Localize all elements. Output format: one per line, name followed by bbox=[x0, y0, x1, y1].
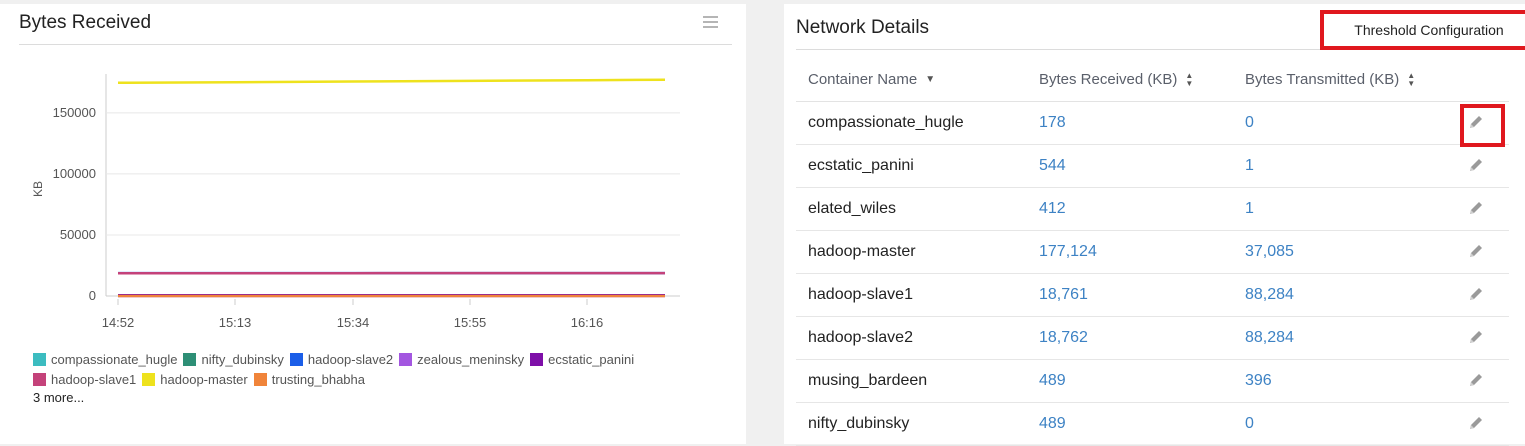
legend-swatch bbox=[33, 373, 46, 386]
x-tick-label: 14:52 bbox=[102, 315, 135, 330]
bytes-transmitted-cell[interactable]: 1 bbox=[1245, 157, 1254, 175]
table-body: compassionate_hugle 178 0 ecstatic_panini 54… bbox=[796, 102, 1509, 446]
column-header-container-name[interactable]: Container Name ▼ bbox=[808, 71, 935, 88]
legend-swatch bbox=[290, 353, 303, 366]
bytes-received-cell[interactable]: 18,761 bbox=[1039, 286, 1088, 304]
container-name-cell: ecstatic_panini bbox=[808, 157, 914, 175]
container-name-cell: nifty_dubinsky bbox=[808, 415, 909, 433]
legend-more-link[interactable]: 3 more... bbox=[33, 390, 84, 405]
bytes-received-cell[interactable]: 489 bbox=[1039, 372, 1066, 390]
bytes-transmitted-cell[interactable]: 396 bbox=[1245, 372, 1272, 390]
legend-label: compassionate_hugle bbox=[51, 352, 177, 367]
x-tick-label: 15:34 bbox=[337, 315, 370, 330]
table-row: compassionate_hugle 178 0 bbox=[796, 102, 1509, 145]
container-name-cell: hadoop-master bbox=[808, 243, 916, 261]
container-name-cell: hadoop-slave1 bbox=[808, 286, 913, 304]
legend-swatch bbox=[530, 353, 543, 366]
bytes-transmitted-cell[interactable]: 0 bbox=[1245, 415, 1254, 433]
container-name-cell: elated_wiles bbox=[808, 200, 896, 218]
bytes-transmitted-cell[interactable]: 37,085 bbox=[1245, 243, 1294, 261]
bytes-transmitted-cell[interactable]: 88,284 bbox=[1245, 286, 1294, 304]
pencil-edit-icon[interactable] bbox=[1467, 156, 1485, 174]
legend-item[interactable]: ecstatic_panini bbox=[530, 349, 634, 369]
table-header: Container Name ▼ Bytes Received (KB) ▲▼ … bbox=[796, 59, 1509, 102]
y-tick-label: 100000 bbox=[53, 166, 96, 181]
legend-item[interactable]: nifty_dubinsky bbox=[183, 349, 283, 369]
table-row: hadoop-slave1 18,761 88,284 bbox=[796, 274, 1509, 317]
container-name-cell: musing_bardeen bbox=[808, 372, 927, 390]
legend-item[interactable]: trusting_bhabha bbox=[254, 369, 365, 389]
column-header-label: Bytes Transmitted (KB) bbox=[1245, 71, 1399, 88]
bytes-received-chart: 0 50000 100000 150000 14:52 15:13 15:34 15:55 16… bbox=[0, 4, 746, 344]
legend-label: ecstatic_panini bbox=[548, 352, 634, 367]
column-header-label: Container Name bbox=[808, 71, 917, 88]
network-details-table: Container Name ▼ Bytes Received (KB) ▲▼ … bbox=[796, 59, 1509, 446]
legend-label: nifty_dubinsky bbox=[201, 352, 283, 367]
container-name-cell: compassionate_hugle bbox=[808, 114, 964, 132]
legend-label: hadoop-slave1 bbox=[51, 372, 136, 387]
legend-label: zealous_meninsky bbox=[417, 352, 524, 367]
series-line bbox=[118, 80, 665, 83]
bytes-transmitted-cell[interactable]: 0 bbox=[1245, 114, 1254, 132]
network-details-panel: Network Details Threshold Configuration … bbox=[784, 4, 1525, 444]
table-row: nifty_dubinsky 489 0 bbox=[796, 403, 1509, 446]
legend-swatch bbox=[142, 373, 155, 386]
column-header-label: Bytes Received (KB) bbox=[1039, 71, 1177, 88]
legend-item[interactable]: compassionate_hugle bbox=[33, 349, 177, 369]
table-row: hadoop-slave2 18,762 88,284 bbox=[796, 317, 1509, 360]
legend-item[interactable]: zealous_meninsky bbox=[399, 349, 524, 369]
bytes-transmitted-cell[interactable]: 88,284 bbox=[1245, 329, 1294, 347]
pencil-edit-icon[interactable] bbox=[1467, 242, 1485, 260]
bytes-received-cell[interactable]: 412 bbox=[1039, 200, 1066, 218]
legend-label: trusting_bhabha bbox=[272, 372, 365, 387]
legend-item[interactable]: hadoop-slave2 bbox=[290, 349, 393, 369]
y-tick-label: 150000 bbox=[53, 105, 96, 120]
legend-label: hadoop-master bbox=[160, 372, 247, 387]
column-header-bytes-transmitted[interactable]: Bytes Transmitted (KB) ▲▼ bbox=[1245, 71, 1415, 88]
legend-item[interactable]: hadoop-slave1 bbox=[33, 369, 136, 389]
y-tick-label: 0 bbox=[89, 288, 96, 303]
edit-highlight-box bbox=[1460, 104, 1505, 147]
sort-desc-icon: ▼ bbox=[925, 74, 935, 85]
x-tick-label: 15:55 bbox=[454, 315, 487, 330]
bytes-received-cell[interactable]: 178 bbox=[1039, 114, 1066, 132]
legend-item[interactable]: hadoop-master bbox=[142, 369, 247, 389]
table-row: hadoop-master 177,124 37,085 bbox=[796, 231, 1509, 274]
bytes-received-cell[interactable]: 489 bbox=[1039, 415, 1066, 433]
legend-swatch bbox=[254, 373, 267, 386]
chart-legend: compassionate_hugle nifty_dubinsky hadoop-… bbox=[33, 349, 653, 389]
bytes-received-cell[interactable]: 177,124 bbox=[1039, 243, 1097, 261]
table-row: ecstatic_panini 544 1 bbox=[796, 145, 1509, 188]
bytes-transmitted-cell[interactable]: 1 bbox=[1245, 200, 1254, 218]
legend-swatch bbox=[183, 353, 196, 366]
pencil-edit-icon[interactable] bbox=[1467, 199, 1485, 217]
container-name-cell: hadoop-slave2 bbox=[808, 329, 913, 347]
y-axis-title: KB bbox=[31, 181, 45, 197]
bytes-received-cell[interactable]: 544 bbox=[1039, 157, 1066, 175]
sort-icon: ▲▼ bbox=[1185, 72, 1193, 88]
threshold-configuration-button[interactable]: Threshold Configuration bbox=[1320, 10, 1525, 50]
pencil-edit-icon[interactable] bbox=[1467, 414, 1485, 432]
sort-icon: ▲▼ bbox=[1407, 72, 1415, 88]
y-tick-label: 50000 bbox=[60, 227, 96, 242]
x-tick-label: 16:16 bbox=[571, 315, 604, 330]
pencil-edit-icon[interactable] bbox=[1467, 328, 1485, 346]
bytes-received-panel: Bytes Received 05000010000015000014:5215… bbox=[0, 4, 746, 444]
x-tick-label: 15:13 bbox=[219, 315, 252, 330]
legend-label: hadoop-slave2 bbox=[308, 352, 393, 367]
pencil-edit-icon[interactable] bbox=[1467, 285, 1485, 303]
table-row: elated_wiles 412 1 bbox=[796, 188, 1509, 231]
legend-swatch bbox=[33, 353, 46, 366]
network-details-title: Network Details bbox=[796, 17, 929, 39]
table-row: musing_bardeen 489 396 bbox=[796, 360, 1509, 403]
legend-swatch bbox=[399, 353, 412, 366]
bytes-received-cell[interactable]: 18,762 bbox=[1039, 329, 1088, 347]
pencil-edit-icon[interactable] bbox=[1467, 371, 1485, 389]
column-header-bytes-received[interactable]: Bytes Received (KB) ▲▼ bbox=[1039, 71, 1193, 88]
